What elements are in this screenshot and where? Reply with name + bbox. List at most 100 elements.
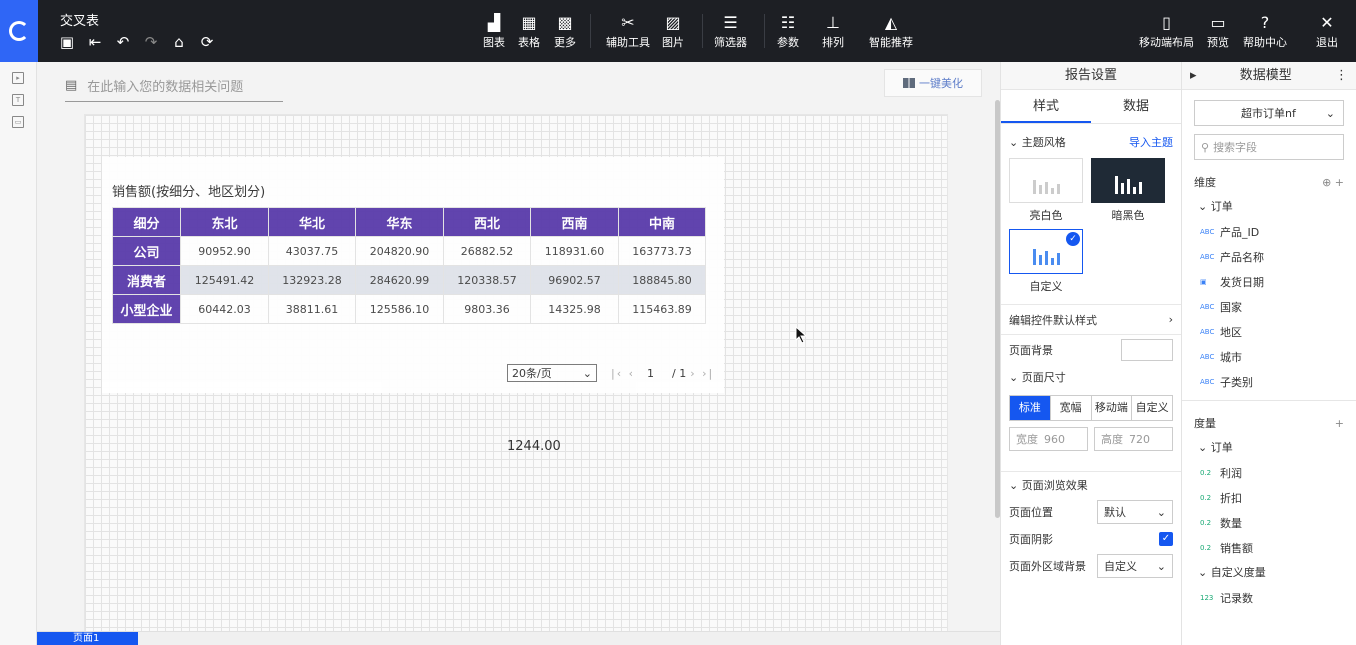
- filter-icon: ☰: [723, 13, 738, 32]
- custom-measure-group[interactable]: ⌄ 自定义度量: [1182, 560, 1356, 585]
- theme-light[interactable]: 亮白色: [1009, 158, 1083, 223]
- chevron-down-icon: ⌄: [1156, 559, 1166, 573]
- size-standard[interactable]: 标准: [1010, 396, 1051, 420]
- undo-icon[interactable]: ↶: [114, 33, 132, 51]
- theme-section-title[interactable]: ⌄ 主题风格: [1009, 134, 1066, 150]
- calendar-icon: ▣: [1200, 277, 1207, 286]
- table-cell: 43037.75: [268, 236, 356, 266]
- field-item[interactable]: 0.2 利润: [1182, 460, 1356, 485]
- toolbar-divider: [590, 14, 591, 48]
- field-item[interactable]: ABC 产品_ID: [1182, 219, 1356, 244]
- page-size-section[interactable]: ⌄ 页面尺寸: [1001, 365, 1181, 389]
- field-item[interactable]: ABC 地区: [1182, 319, 1356, 344]
- tool-help[interactable]: ? 帮助中心: [1243, 12, 1287, 50]
- save-icon[interactable]: ▣: [58, 33, 76, 51]
- recommend-icon: ◭: [884, 13, 898, 32]
- beautify-button[interactable]: 一键美化: [884, 69, 982, 97]
- table-cell: 96902.57: [530, 265, 619, 295]
- tab-data[interactable]: 数据: [1091, 90, 1181, 123]
- page-tab[interactable]: 页面1: [37, 632, 138, 645]
- page-shadow-checkbox[interactable]: ✓: [1159, 532, 1173, 546]
- tool-table[interactable]: ▦ 表格: [518, 12, 540, 50]
- size-custom[interactable]: 自定义: [1132, 396, 1172, 420]
- ask-data-input[interactable]: ▤ 在此输入您的数据相关问题: [65, 70, 283, 102]
- browse-effect-section[interactable]: ⌄ 页面浏览效果: [1001, 472, 1181, 498]
- exit-edit-icon[interactable]: ⇤: [86, 33, 104, 51]
- tool-chart[interactable]: ▟ 图表: [483, 12, 505, 50]
- field-item[interactable]: ABC 子类别: [1182, 369, 1356, 394]
- page-shadow-row: 页面阴影 ✓: [1001, 526, 1181, 552]
- tool-params[interactable]: ☷ 参数: [777, 12, 799, 50]
- size-mobile[interactable]: 移动端: [1092, 396, 1133, 420]
- field-item[interactable]: ABC 国家: [1182, 294, 1356, 319]
- kpi-value[interactable]: 1244.00: [507, 439, 561, 454]
- table-cell: 284620.99: [355, 265, 444, 295]
- dimension-group[interactable]: ⌄ 订单: [1182, 194, 1356, 219]
- field-item[interactable]: 0.2 数量: [1182, 510, 1356, 535]
- format-painter-icon[interactable]: ⌂: [170, 33, 188, 51]
- import-theme-link[interactable]: 导入主题: [1129, 134, 1173, 150]
- theme-dark[interactable]: 暗黑色: [1091, 158, 1165, 223]
- file-tools: ▣ ⇤ ↶ ↷ ⌂ ⟳: [58, 33, 216, 51]
- dataset-select[interactable]: 超市订单nf ⌄: [1194, 100, 1344, 126]
- logo-icon: [9, 21, 29, 41]
- field-item[interactable]: 0.2 折扣: [1182, 485, 1356, 510]
- tool-filter[interactable]: ☰ 筛选器: [714, 12, 747, 50]
- collapse-panel-icon[interactable]: ▸: [1190, 62, 1197, 89]
- tab-style[interactable]: 样式: [1001, 90, 1091, 123]
- refresh-icon[interactable]: ⟳: [198, 33, 216, 51]
- expand-panel-icon[interactable]: ▸: [12, 72, 24, 84]
- add-dimension-icon[interactable]: ⊕ +: [1322, 176, 1344, 189]
- table-cell: 115463.89: [618, 294, 706, 324]
- table-cell: 125586.10: [355, 294, 444, 324]
- theme-custom[interactable]: ✓ 自定义: [1009, 229, 1083, 294]
- page-background-picker[interactable]: [1121, 339, 1173, 361]
- first-prev-page-icon[interactable]: |‹ ‹: [611, 367, 635, 380]
- measure-header: 度量 +: [1194, 416, 1344, 431]
- field-search-input[interactable]: ⚲ 搜索字段: [1194, 134, 1344, 160]
- table-cell: 188845.80: [618, 265, 706, 295]
- field-item[interactable]: 123 记录数: [1182, 585, 1356, 610]
- next-last-page-icon[interactable]: › ›|: [690, 367, 714, 380]
- tool-exit[interactable]: ✕ 退出: [1316, 12, 1338, 50]
- height-input[interactable]: 高度 720: [1094, 427, 1173, 451]
- field-item[interactable]: ABC 城市: [1182, 344, 1356, 369]
- field-item[interactable]: 0.2 销售额: [1182, 535, 1356, 560]
- total-pages: / 1: [672, 366, 687, 380]
- table-cell: 204820.90: [355, 236, 444, 266]
- field-item[interactable]: ABC 产品名称: [1182, 244, 1356, 269]
- tool-more[interactable]: ▩ 更多: [554, 12, 576, 50]
- component-icon[interactable]: ▭: [12, 116, 24, 128]
- page-size-select[interactable]: 20条/页 ⌄: [507, 364, 597, 382]
- measure-group[interactable]: ⌄ 订单: [1182, 435, 1356, 460]
- top-toolbar: 交叉表 ▣ ⇤ ↶ ↷ ⌂ ⟳ ▟ 图表 ▦ 表格 ▩ 更多 ✂ 辅助工具 ▨ 图片 ☰ 筛…: [0, 0, 1356, 62]
- table-pager: 20条/页 ⌄ |‹ ‹ 1 / 1 › ›|: [507, 364, 714, 382]
- outside-bg-select[interactable]: 自定义 ⌄: [1097, 554, 1173, 578]
- more-icon[interactable]: ⋮: [1335, 62, 1348, 89]
- chevron-down-icon: ⌄: [1156, 505, 1166, 519]
- crosstab-widget[interactable]: 销售额(按细分、地区划分) 细分 东北 华北 华东 西北 西南 中南 公司 90…: [102, 157, 724, 393]
- size-wide[interactable]: 宽幅: [1051, 396, 1092, 420]
- width-input[interactable]: 宽度 960: [1009, 427, 1088, 451]
- toolbar-divider: [764, 14, 765, 48]
- table-cell: 90952.90: [180, 236, 269, 266]
- tool-arrange[interactable]: ⊥ 排列: [822, 12, 844, 50]
- tool-image[interactable]: ▨ 图片: [662, 12, 684, 50]
- edit-widget-style-row[interactable]: 编辑控件默认样式 ›: [1001, 305, 1181, 335]
- table-icon: ▦: [521, 13, 537, 32]
- text-widget-icon[interactable]: T: [12, 94, 24, 106]
- tool-assist[interactable]: ✂ 辅助工具: [606, 12, 650, 50]
- table-row: 小型企业 60442.03 38811.61 125586.10 9803.36…: [112, 294, 706, 324]
- redo-icon[interactable]: ↷: [142, 33, 160, 51]
- tool-mobile-layout[interactable]: ▯ 移动端布局: [1139, 12, 1194, 50]
- add-measure-icon[interactable]: +: [1335, 417, 1344, 430]
- tool-preview[interactable]: ▭ 预览: [1207, 12, 1229, 50]
- field-item[interactable]: ▣ 发货日期: [1182, 269, 1356, 294]
- report-page: 销售额(按细分、地区划分) 细分 东北 华北 华东 西北 西南 中南 公司 90…: [84, 114, 948, 645]
- table-cell: 26882.52: [443, 236, 531, 266]
- tool-recommend[interactable]: ◭ 智能推荐: [869, 12, 913, 50]
- app-logo[interactable]: [0, 0, 38, 62]
- current-page[interactable]: 1: [647, 367, 654, 380]
- widget-title: 销售额(按细分、地区划分): [112, 185, 266, 200]
- page-position-select[interactable]: 默认 ⌄: [1097, 500, 1173, 524]
